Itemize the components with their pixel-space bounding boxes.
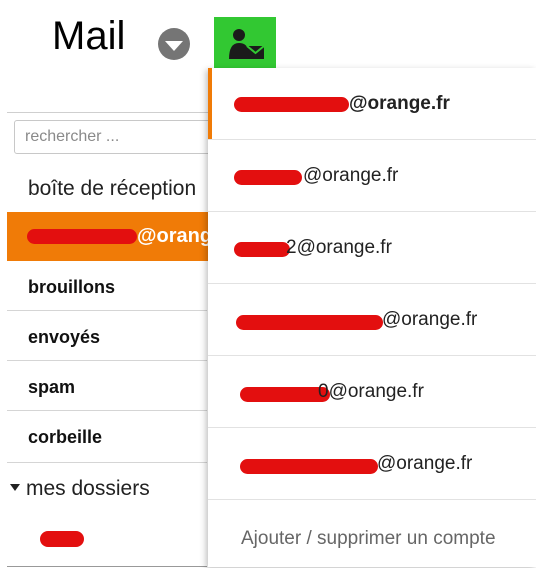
divider <box>7 410 207 411</box>
redacted-text <box>234 242 290 257</box>
account-address: @orange.fr <box>349 93 450 114</box>
account-option[interactable]: @orange.fr <box>208 140 536 212</box>
search-input[interactable] <box>14 120 224 154</box>
account-dropdown-button[interactable] <box>158 28 190 60</box>
account-address: @orange.fr <box>382 309 478 330</box>
redacted-text <box>236 315 383 330</box>
sidebar-item-drafts[interactable]: brouillons <box>28 277 115 298</box>
divider <box>7 462 207 463</box>
account-option[interactable]: @orange.fr <box>208 284 536 356</box>
caret-down-icon <box>10 483 20 491</box>
account-address: @orange.fr <box>303 165 399 186</box>
redacted-text <box>240 459 378 474</box>
redacted-folder-name[interactable] <box>40 531 84 547</box>
account-address: @orange.fr <box>377 453 473 474</box>
account-option[interactable]: 2@orange.fr <box>208 212 536 284</box>
sidebar-item-inbox[interactable]: boîte de réception <box>28 177 196 201</box>
sidebar-item-sent[interactable]: envoyés <box>28 327 100 348</box>
manage-accounts-link[interactable]: Ajouter / supprimer un compte <box>241 528 496 550</box>
my-folders-label: mes dossiers <box>26 477 150 500</box>
account-option[interactable]: 0@orange.fr <box>208 356 536 428</box>
sidebar-item-spam[interactable]: spam <box>28 377 75 398</box>
app-title: Mail <box>52 14 126 58</box>
chevron-down-icon <box>165 40 183 51</box>
account-switcher-button[interactable] <box>214 17 276 71</box>
account-mail-icon <box>229 29 265 59</box>
account-address: 0@orange.fr <box>318 381 424 402</box>
redacted-text <box>234 97 349 112</box>
account-address: 2@orange.fr <box>286 237 392 258</box>
account-menu: @orange.fr @orange.fr 2@orange.fr @orang… <box>208 68 536 567</box>
redacted-text <box>240 387 330 402</box>
sidebar-item-active-account[interactable]: @orange <box>7 212 227 261</box>
account-option[interactable]: @orange.fr <box>208 428 536 500</box>
redacted-text <box>234 170 302 185</box>
my-folders-toggle[interactable]: mes dossiers <box>10 477 150 501</box>
account-option[interactable]: @orange.fr <box>208 68 536 140</box>
sidebar-item-trash[interactable]: corbeille <box>28 427 102 448</box>
redacted-text <box>27 229 137 244</box>
divider <box>7 310 207 311</box>
divider <box>7 360 207 361</box>
